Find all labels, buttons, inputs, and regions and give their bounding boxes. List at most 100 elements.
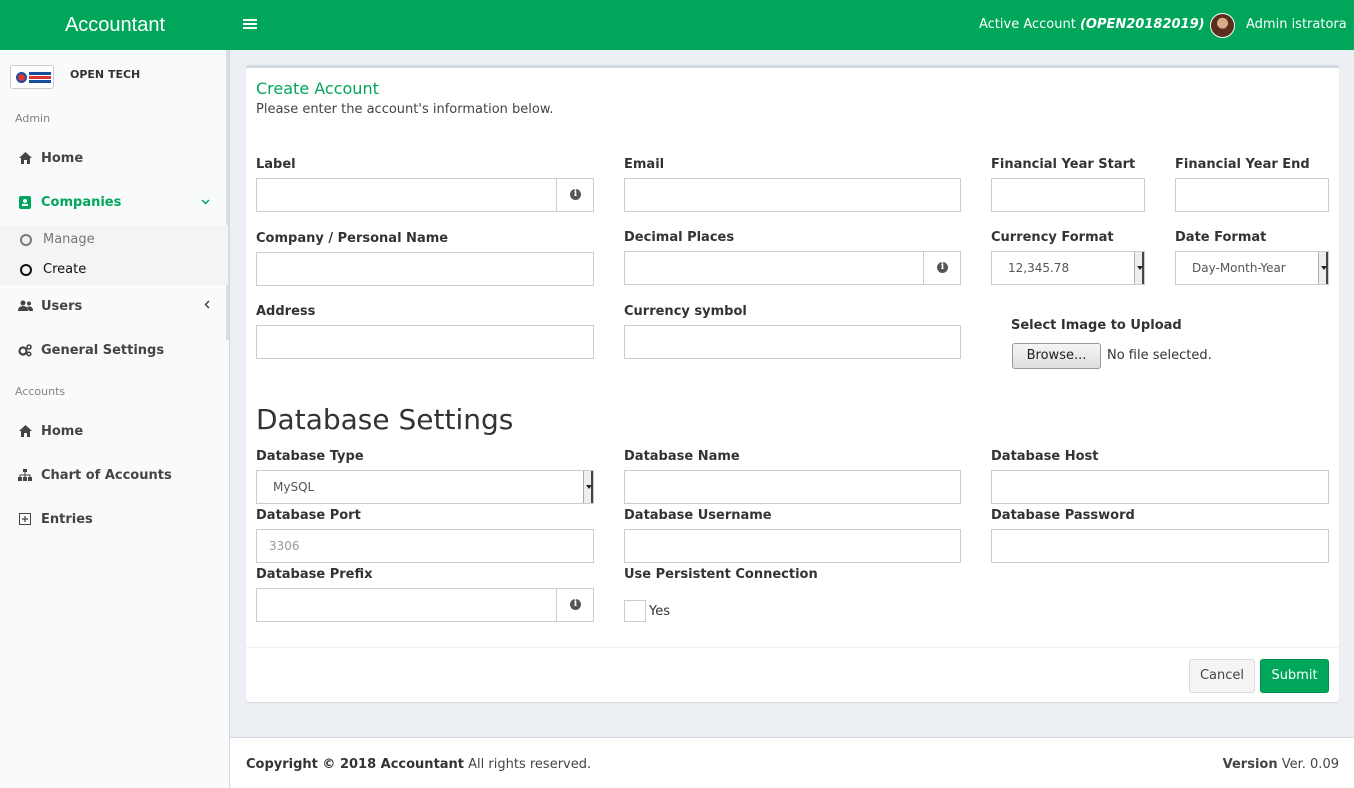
sidebar-item-label: Companies	[41, 195, 122, 210]
currency-format-value: 12,345.78	[1008, 261, 1070, 275]
database-host-input[interactable]	[991, 470, 1329, 504]
currency-format-select[interactable]: 12,345.78	[991, 251, 1145, 285]
cancel-button[interactable]: Cancel	[1189, 659, 1255, 693]
database-settings-heading: Database Settings	[256, 403, 514, 436]
sidebar-item-label: Users	[41, 299, 83, 314]
sidebar-item-users[interactable]: Users	[0, 285, 228, 329]
sidebar-item-label: Home	[41, 151, 84, 166]
sidebar-item-chart-of-accounts[interactable]: Chart of Accounts	[0, 454, 228, 498]
dropdown-arrow-icon	[1318, 252, 1328, 284]
chevron-down-icon	[201, 195, 210, 208]
active-account-code: (OPEN20182019)	[1079, 17, 1205, 32]
plus-square-icon	[18, 513, 32, 527]
address-card-icon	[18, 196, 32, 210]
version-value: Ver. 0.09	[1277, 757, 1339, 772]
fy-end-label: Financial Year End	[1175, 157, 1310, 172]
database-type-select[interactable]: MySQL	[256, 470, 594, 504]
page-footer: Copyright © 2018 Accountant All rights r…	[230, 737, 1354, 788]
database-username-label: Database Username	[624, 508, 772, 523]
sidebar-section-admin: Admin	[15, 112, 51, 125]
decimal-info-addon[interactable]: i	[923, 251, 961, 285]
sidebar-item-label: Chart of Accounts	[41, 468, 172, 483]
sidebar-item-accounts-home[interactable]: Home	[0, 410, 228, 454]
top-navbar: Accountant Active Account (OPEN20182019)…	[0, 0, 1354, 50]
company-name-input[interactable]	[256, 252, 594, 286]
date-format-select[interactable]: Day-Month-Year	[1175, 251, 1329, 285]
copyright-rest: All rights reserved.	[464, 757, 592, 772]
browse-button[interactable]: Browse...	[1012, 343, 1101, 369]
label-info-addon[interactable]: i	[556, 178, 594, 212]
label-input[interactable]	[256, 178, 557, 212]
sidebar-item-entries[interactable]: Entries	[0, 498, 228, 542]
file-status-text: No file selected.	[1107, 348, 1212, 363]
form-title: Create Account	[256, 79, 379, 98]
sidebar-item-general-settings[interactable]: General Settings	[0, 329, 228, 373]
currency-symbol-input[interactable]	[624, 325, 961, 359]
companies-submenu: Manage Create	[0, 225, 228, 285]
organization-name: OPEN TECH	[70, 68, 141, 81]
email-input[interactable]	[624, 178, 961, 212]
submenu-item-label: Create	[43, 262, 87, 277]
database-username-input[interactable]	[624, 529, 961, 563]
active-account-indicator[interactable]: Active Account (OPEN20182019)	[979, 17, 1205, 32]
database-type-label: Database Type	[256, 449, 364, 464]
address-input[interactable]	[256, 325, 594, 359]
persistent-connection-label: Use Persistent Connection	[624, 567, 818, 582]
address-label: Address	[256, 304, 316, 319]
copyright-text: Copyright © 2018 Accountant All rights r…	[246, 757, 591, 772]
sidebar-item-admin-home[interactable]: Home	[0, 137, 228, 181]
circle-icon	[20, 234, 32, 246]
info-icon: i	[937, 262, 948, 273]
submit-button[interactable]: Submit	[1260, 659, 1329, 693]
fy-end-input[interactable]	[1175, 178, 1329, 212]
database-name-label: Database Name	[624, 449, 740, 464]
sidebar-item-companies[interactable]: Companies	[0, 181, 228, 225]
date-format-value: Day-Month-Year	[1192, 261, 1286, 275]
sidebar-item-label: Home	[41, 424, 84, 439]
circle-icon	[20, 264, 32, 276]
decimal-places-label: Decimal Places	[624, 230, 735, 245]
home-icon	[18, 425, 32, 439]
app-brand[interactable]: Accountant	[0, 0, 230, 50]
database-prefix-label: Database Prefix	[256, 567, 373, 582]
decimal-places-input[interactable]	[624, 251, 924, 285]
sidebar-item-label: General Settings	[41, 343, 165, 358]
sitemap-icon	[18, 469, 32, 483]
submenu-item-manage[interactable]: Manage	[0, 225, 228, 255]
database-port-input[interactable]: 3306	[256, 529, 594, 563]
active-account-label: Active Account	[979, 17, 1076, 32]
user-menu[interactable]: Admin istratora	[1246, 17, 1347, 32]
home-icon	[18, 152, 32, 166]
persistent-connection-checkbox[interactable]	[624, 600, 646, 622]
sidebar: OPEN TECH Admin Home Companies Manage Cr…	[0, 50, 230, 788]
form-subtitle: Please enter the account's information b…	[256, 102, 554, 117]
image-upload-label: Select Image to Upload	[1011, 318, 1182, 333]
database-type-value: MySQL	[273, 480, 315, 494]
date-format-label: Date Format	[1175, 230, 1267, 245]
dropdown-arrow-icon	[583, 471, 593, 503]
submenu-item-label: Manage	[43, 232, 95, 247]
database-port-label: Database Port	[256, 508, 361, 523]
database-name-input[interactable]	[624, 470, 961, 504]
sidebar-section-accounts: Accounts	[15, 385, 66, 398]
dropdown-arrow-icon	[1134, 252, 1144, 284]
create-account-form: Create Account Please enter the account'…	[246, 65, 1339, 702]
sidebar-item-label: Entries	[41, 512, 93, 527]
prefix-info-addon[interactable]: i	[556, 588, 594, 622]
database-password-label: Database Password	[991, 508, 1135, 523]
label-field-label: Label	[256, 157, 296, 172]
fy-start-label: Financial Year Start	[991, 157, 1136, 172]
organization-logo	[10, 65, 54, 89]
version-text: Version Ver. 0.09	[1223, 757, 1339, 772]
email-field-label: Email	[624, 157, 665, 172]
database-password-input[interactable]	[991, 529, 1329, 563]
database-prefix-input[interactable]	[256, 588, 557, 622]
persistent-connection-option: Yes	[649, 604, 670, 619]
user-avatar[interactable]	[1210, 13, 1235, 38]
company-name-label: Company / Personal Name	[256, 231, 449, 246]
fy-start-input[interactable]	[991, 178, 1145, 212]
info-icon: i	[570, 599, 581, 610]
form-footer-divider	[246, 647, 1339, 648]
submenu-item-create[interactable]: Create	[0, 255, 228, 285]
sidebar-toggle-icon[interactable]	[243, 17, 257, 33]
